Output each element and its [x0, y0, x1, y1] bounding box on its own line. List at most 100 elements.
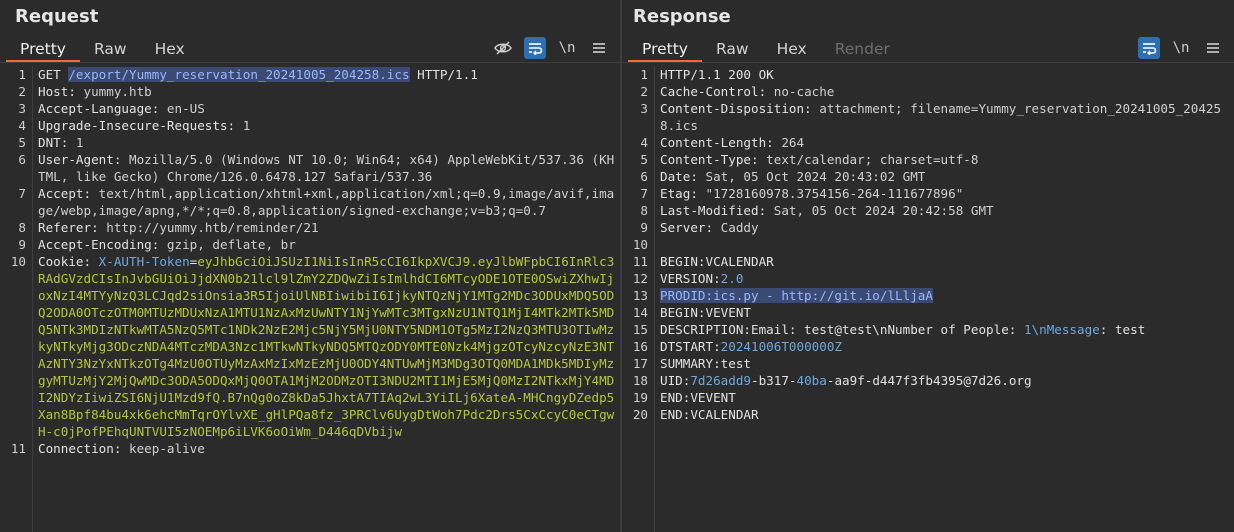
line-content: BEGIN:VCALENDAR [654, 253, 1234, 270]
line-number: 14 [632, 305, 648, 320]
line-content: Host: yummy.htb [32, 83, 620, 100]
line-number: 9 [18, 237, 26, 252]
code-token: VERSION: [660, 271, 721, 286]
code-line: 5 DNT: 1 [0, 134, 620, 151]
line-number: 3 [18, 101, 26, 116]
code-token: 264 [781, 135, 805, 150]
wrap-lines-icon[interactable] [1138, 37, 1160, 59]
line-number: 6 [18, 152, 26, 167]
response-title: Response [633, 6, 731, 27]
line-content: Content-Length: 264 [654, 134, 1234, 151]
code-line: 8 Last-Modified: Sat, 05 Oct 2024 20:42:5… [622, 202, 1234, 219]
line-content: Cookie: X-AUTH-Token=eyJhbGciOiJSUzI1NiI… [32, 253, 620, 440]
line-content: Server: Caddy [654, 219, 1234, 236]
code-line: 6 User-Agent: Mozilla/5.0 (Windows NT 10.… [0, 151, 620, 185]
line-content: Referer: http://yummy.htb/reminder/21 [32, 219, 620, 236]
code-line: 18 UID:7d26add9-b317-40ba-aa9f-d447f3fb43… [622, 372, 1234, 389]
code-token: DNT: [38, 135, 76, 150]
code-token: UID: [660, 373, 691, 388]
code-line: 12 VERSION:2.0 [622, 270, 1234, 287]
code-token: Sat, 05 Oct 2024 20:43:02 GMT [705, 169, 926, 184]
line-number: 2 [18, 84, 26, 99]
code-token: gzip, deflate, br [166, 237, 296, 252]
line-number: 2 [640, 84, 648, 99]
response-tab-pretty[interactable]: Pretty [628, 36, 702, 62]
code-line: 15 DESCRIPTION:Email: test@test\nNumber o… [622, 321, 1234, 338]
code-token: Etag: [660, 186, 706, 201]
code-line: 10 [622, 236, 1234, 253]
wrap-lines-icon[interactable] [524, 37, 546, 59]
code-token: keep-alive [129, 441, 205, 456]
code-token: -b317- [751, 373, 797, 388]
line-number: 10 [632, 237, 648, 252]
line-number: 11 [632, 254, 648, 269]
code-token: HTTP/1.1 200 OK [660, 67, 774, 82]
line-number: 7 [18, 186, 26, 201]
code-token: BEGIN:VEVENT [660, 305, 751, 320]
code-token: BEGIN:VCALENDAR [660, 254, 774, 269]
response-tab-hex[interactable]: Hex [763, 36, 821, 62]
line-number: 8 [640, 203, 648, 218]
request-toolbar: \n [492, 36, 610, 60]
code-token: Upgrade-Insecure-Requests: [38, 118, 243, 133]
code-token: 7d26add9 [690, 373, 752, 388]
line-number: 9 [640, 220, 648, 235]
code-token: DTSTART: [660, 339, 721, 354]
line-content: END:VCALENDAR [654, 406, 1234, 423]
request-tabs: Pretty Raw Hex [6, 36, 199, 62]
response-tab-render[interactable]: Render [821, 36, 904, 62]
code-token: 1 [242, 118, 251, 133]
code-line: 9 Server: Caddy [622, 219, 1234, 236]
code-line: 10 Cookie: X-AUTH-Token=eyJhbGciOiJSUzI1N… [0, 253, 620, 440]
code-token: Accept: [38, 186, 99, 201]
request-editor[interactable]: 1 GET /export/Yummy_reservation_20241005_… [0, 66, 620, 532]
code-token: http://yummy.htb/reminder/21 [106, 220, 319, 235]
line-number: 19 [632, 390, 648, 405]
response-editor[interactable]: 1 HTTP/1.1 200 OK 2 Cache-Control: no-cache… [622, 66, 1234, 532]
line-content: UID:7d26add9-b317-40ba-aa9f-d447f3fb4395… [654, 372, 1234, 389]
code-token: Last-Modified: [660, 203, 774, 218]
code-token: Accept-Language: [38, 101, 167, 116]
code-line: 4 Content-Length: 264 [622, 134, 1234, 151]
code-line: 8 Referer: http://yummy.htb/reminder/21 [0, 219, 620, 236]
code-line: 17 SUMMARY:test [622, 355, 1234, 372]
request-tab-raw[interactable]: Raw [80, 36, 141, 62]
newline-icon[interactable]: \n [1170, 37, 1192, 59]
code-token: DESCRIPTION:Email: test@test\nNumber of … [660, 322, 1024, 337]
menu-icon[interactable] [1202, 37, 1224, 59]
newline-icon[interactable]: \n [556, 37, 578, 59]
line-number: 4 [18, 118, 26, 133]
request-tab-pretty[interactable]: Pretty [6, 36, 80, 62]
code-line: 11 BEGIN:VCALENDAR [622, 253, 1234, 270]
code-token: X-AUTH-Token [98, 254, 190, 269]
line-content: User-Agent: Mozilla/5.0 (Windows NT 10.0… [32, 151, 620, 185]
line-content: DNT: 1 [32, 134, 620, 151]
response-tabs: Pretty Raw Hex Render [628, 36, 904, 62]
code-token: Date: [660, 169, 706, 184]
line-content: Last-Modified: Sat, 05 Oct 2024 20:42:58… [654, 202, 1234, 219]
code-line: 14 BEGIN:VEVENT [622, 304, 1234, 321]
code-line: 9 Accept-Encoding: gzip, deflate, br [0, 236, 620, 253]
line-number: 6 [640, 169, 648, 184]
line-content: HTTP/1.1 200 OK [654, 66, 1234, 83]
code-token: /export/Yummy_reservation_20241005_20425… [68, 67, 410, 82]
line-content: PRODID:ics.py - http://git.io/lLljaA [654, 287, 1234, 304]
line-number: 13 [632, 288, 648, 303]
line-content: END:VEVENT [654, 389, 1234, 406]
line-number: 4 [640, 135, 648, 150]
menu-icon[interactable] [588, 37, 610, 59]
line-content [654, 236, 1234, 253]
code-token: Content-Type: [660, 152, 767, 167]
line-content: BEGIN:VEVENT [654, 304, 1234, 321]
request-tab-hex[interactable]: Hex [141, 36, 199, 62]
code-line: 13 PRODID:ics.py - http://git.io/lLljaA [622, 287, 1234, 304]
line-content: Content-Type: text/calendar; charset=utf… [654, 151, 1234, 168]
line-content: Cache-Control: no-cache [654, 83, 1234, 100]
code-line: 3 Accept-Language: en-US [0, 100, 620, 117]
code-line: 2 Cache-Control: no-cache [622, 83, 1234, 100]
line-content: Connection: keep-alive [32, 440, 620, 457]
response-tab-raw[interactable]: Raw [702, 36, 763, 62]
code-token: PRODID:ics.py - http://git.io/lLljaA [660, 288, 933, 303]
hide-icon[interactable] [492, 37, 514, 59]
line-number: 1 [640, 67, 648, 82]
